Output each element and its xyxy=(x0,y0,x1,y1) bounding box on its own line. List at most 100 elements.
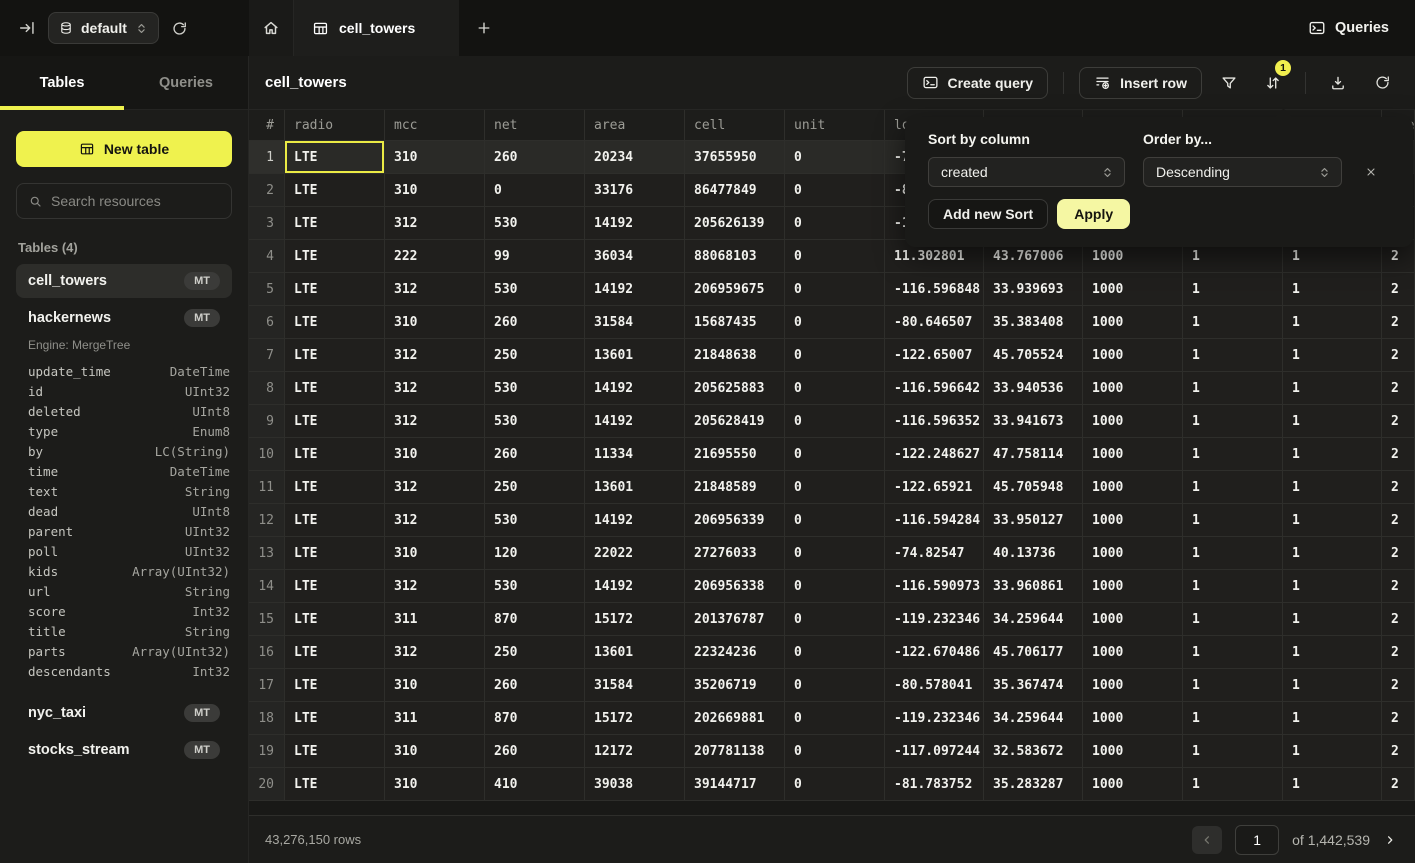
table-cell[interactable]: 0 xyxy=(785,240,885,273)
table-cell[interactable]: 206959675 xyxy=(685,273,785,306)
table-cell[interactable]: 2 xyxy=(1382,603,1415,636)
table-cell[interactable]: -119.232346 xyxy=(885,603,984,636)
table-cell[interactable]: 2 xyxy=(1382,669,1415,702)
table-cell[interactable]: LTE xyxy=(285,570,385,603)
table-cell[interactable]: 37655950 xyxy=(685,141,785,174)
table-cell[interactable]: 27276033 xyxy=(685,537,785,570)
table-cell[interactable]: LTE xyxy=(285,306,385,339)
table-cell[interactable]: 530 xyxy=(485,570,585,603)
table-cell[interactable]: 1 xyxy=(1283,735,1382,768)
table-cell[interactable]: 2 xyxy=(1382,273,1415,306)
table-cell[interactable]: LTE xyxy=(285,537,385,570)
sidebar-tab-tables[interactable]: Tables xyxy=(0,56,124,109)
table-cell[interactable]: 205626139 xyxy=(685,207,785,240)
table-cell[interactable]: 1000 xyxy=(1083,438,1183,471)
table-cell[interactable]: 1000 xyxy=(1083,372,1183,405)
table-cell[interactable]: 15687435 xyxy=(685,306,785,339)
table-cell[interactable]: 1 xyxy=(1283,504,1382,537)
table-cell[interactable]: LTE xyxy=(285,372,385,405)
table-cell[interactable]: 1 xyxy=(1183,306,1283,339)
table-cell[interactable]: 1000 xyxy=(1083,339,1183,372)
tab-home[interactable] xyxy=(249,0,293,56)
table-cell[interactable]: 260 xyxy=(485,306,585,339)
table-cell[interactable]: 14192 xyxy=(585,405,685,438)
table-cell[interactable]: 312 xyxy=(385,405,485,438)
table-cell[interactable]: 33.939693 xyxy=(984,273,1083,306)
table-cell[interactable]: 32.583672 xyxy=(984,735,1083,768)
table-cell[interactable]: 312 xyxy=(385,636,485,669)
table-cell[interactable]: 250 xyxy=(485,339,585,372)
column-header-radio[interactable]: radio xyxy=(285,110,385,141)
table-cell[interactable]: 206956338 xyxy=(685,570,785,603)
table-cell[interactable]: 312 xyxy=(385,570,485,603)
table-cell[interactable]: 205625883 xyxy=(685,372,785,405)
table-cell[interactable]: 13601 xyxy=(585,339,685,372)
table-cell[interactable]: 2 xyxy=(1382,636,1415,669)
table-cell[interactable]: 0 xyxy=(785,768,885,801)
column-header-mcc[interactable]: mcc xyxy=(385,110,485,141)
table-cell[interactable]: 2 xyxy=(1382,339,1415,372)
table-cell[interactable]: 2 xyxy=(1382,504,1415,537)
table-cell[interactable]: -122.65921 xyxy=(885,471,984,504)
table-cell[interactable]: 1 xyxy=(1183,768,1283,801)
table-cell[interactable]: -81.783752 xyxy=(885,768,984,801)
table-cell[interactable]: 222 xyxy=(385,240,485,273)
table-cell[interactable]: 1000 xyxy=(1083,570,1183,603)
table-cell[interactable]: 310 xyxy=(385,174,485,207)
table-cell[interactable]: LTE xyxy=(285,504,385,537)
table-cell[interactable]: 99 xyxy=(485,240,585,273)
table-cell[interactable]: 33.950127 xyxy=(984,504,1083,537)
table-cell[interactable]: 34.259644 xyxy=(984,702,1083,735)
sidebar-table-item[interactable]: cell_towersMT xyxy=(16,264,232,298)
previous-page-button[interactable] xyxy=(1192,826,1222,854)
sidebar-tab-queries[interactable]: Queries xyxy=(124,56,248,109)
table-cell[interactable]: 1000 xyxy=(1083,702,1183,735)
sort-column-select[interactable]: created xyxy=(928,157,1125,187)
table-cell[interactable]: 34.259644 xyxy=(984,603,1083,636)
table-cell[interactable]: 260 xyxy=(485,669,585,702)
table-cell[interactable]: LTE xyxy=(285,273,385,306)
table-cell[interactable]: 1000 xyxy=(1083,504,1183,537)
table-cell[interactable]: 1000 xyxy=(1083,603,1183,636)
table-cell[interactable]: 2 xyxy=(1382,768,1415,801)
table-cell[interactable]: 0 xyxy=(785,669,885,702)
table-cell[interactable]: 47.758114 xyxy=(984,438,1083,471)
table-cell[interactable]: 312 xyxy=(385,273,485,306)
column-header-num[interactable]: # xyxy=(249,110,285,141)
table-cell[interactable]: 1000 xyxy=(1083,636,1183,669)
create-query-button[interactable]: Create query xyxy=(907,67,1049,99)
table-cell[interactable]: LTE xyxy=(285,174,385,207)
table-cell[interactable]: 311 xyxy=(385,702,485,735)
table-cell[interactable]: 202669881 xyxy=(685,702,785,735)
table-cell[interactable]: 1 xyxy=(1183,405,1283,438)
table-cell[interactable]: 1 xyxy=(1283,537,1382,570)
table-cell[interactable]: 0 xyxy=(785,141,885,174)
table-cell[interactable]: 14192 xyxy=(585,273,685,306)
table-cell[interactable]: 39038 xyxy=(585,768,685,801)
table-cell[interactable]: 1 xyxy=(1183,636,1283,669)
table-cell[interactable]: 0 xyxy=(785,702,885,735)
table-cell[interactable]: LTE xyxy=(285,438,385,471)
queries-button[interactable]: Queries xyxy=(1308,0,1415,56)
column-header-unit[interactable]: unit xyxy=(785,110,885,141)
table-cell[interactable]: 207781138 xyxy=(685,735,785,768)
refresh-table-button[interactable] xyxy=(1365,67,1399,99)
table-cell[interactable]: -117.097244 xyxy=(885,735,984,768)
table-cell[interactable]: 1000 xyxy=(1083,471,1183,504)
table-cell[interactable]: 1 xyxy=(1183,603,1283,636)
table-cell[interactable]: 312 xyxy=(385,372,485,405)
table-cell[interactable]: 35206719 xyxy=(685,669,785,702)
table-cell[interactable]: 2 xyxy=(1382,306,1415,339)
insert-row-button[interactable]: Insert row xyxy=(1079,67,1202,99)
table-cell[interactable]: 530 xyxy=(485,504,585,537)
table-cell[interactable]: 14192 xyxy=(585,372,685,405)
table-cell[interactable]: 1 xyxy=(1283,372,1382,405)
table-cell[interactable]: 870 xyxy=(485,603,585,636)
table-cell[interactable]: 310 xyxy=(385,669,485,702)
table-cell[interactable]: 21695550 xyxy=(685,438,785,471)
table-cell[interactable]: 0 xyxy=(785,306,885,339)
table-cell[interactable]: 310 xyxy=(385,735,485,768)
table-cell[interactable]: 1000 xyxy=(1083,273,1183,306)
apply-sort-button[interactable]: Apply xyxy=(1057,199,1130,229)
table-cell[interactable]: 0 xyxy=(785,372,885,405)
